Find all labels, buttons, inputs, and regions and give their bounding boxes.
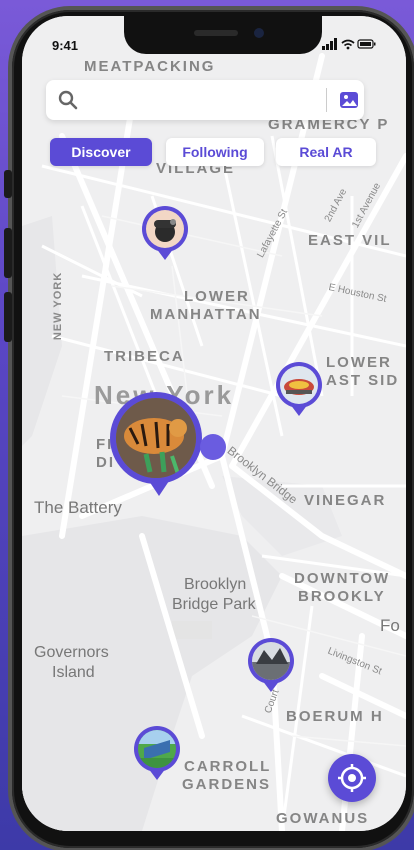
map-label-east-village: EAST VIL [308,232,392,249]
map-label-tribeca: TRIBECA [104,348,185,365]
map-label-brooklyn-bridge-park-2: Bridge Park [172,596,256,613]
tab-real-ar[interactable]: Real AR [276,138,376,166]
current-location-dot [200,434,226,460]
map-label-brooklyn-bridge-park-1: Brooklyn [184,576,247,593]
map-label-carroll-1: CARROLL [184,758,272,775]
signal-wifi-battery-icon [322,38,376,50]
search-icon [58,90,78,110]
device-notch [124,16,322,54]
tab-discover[interactable]: Discover [50,138,152,166]
map-label-manhattan: MANHATTAN [150,306,262,323]
map-pin-person[interactable] [142,206,188,266]
map-label-the-battery: The Battery [34,498,122,517]
map-label-gowanus: GOWANUS [276,810,370,827]
tab-following[interactable]: Following [166,138,264,166]
map-label-carroll-2: GARDENS [182,776,272,793]
map-pin-park[interactable] [134,726,180,786]
map-label-lower-east-1: LOWER [326,354,392,371]
crosshair-icon [338,764,366,792]
map-label-lower-east-2: AST SID [326,372,400,389]
speaker-grille [194,30,238,36]
locate-me-button[interactable] [328,754,376,802]
app-screen: MEATPACKING GRAMERCY P VILLAGE EAST VIL … [22,16,406,831]
map-label-fo: Fo [380,616,400,635]
volume-up-button [4,228,12,278]
map-label-governors-2: Island [52,664,95,681]
map-label-governors-1: Governors [34,644,109,661]
mute-switch [4,170,12,198]
map-pin-tiger-selected[interactable] [110,392,202,504]
map-label-downtown-2: BROOKLY [298,588,386,605]
map-pin-city[interactable] [248,638,294,698]
search-input[interactable] [90,88,314,114]
map-label-downtown-1: DOWNTOW [294,570,391,587]
status-time: 9:41 [52,38,79,53]
volume-down-button [4,292,12,342]
map-label-vinegar: VINEGAR [304,492,387,509]
image-search-icon[interactable] [338,89,360,111]
map-pin-stadium[interactable] [276,362,322,422]
map-label-new-york-side: NEW YORK [52,271,65,341]
map-label-meatpacking: MEATPACKING [84,58,216,75]
search-divider [326,88,327,112]
map-label-boerum: BOERUM H [286,708,384,725]
front-camera [254,28,264,38]
status-icons [322,38,376,53]
search-bar[interactable] [46,80,364,120]
map-label-lower: LOWER [184,288,250,305]
